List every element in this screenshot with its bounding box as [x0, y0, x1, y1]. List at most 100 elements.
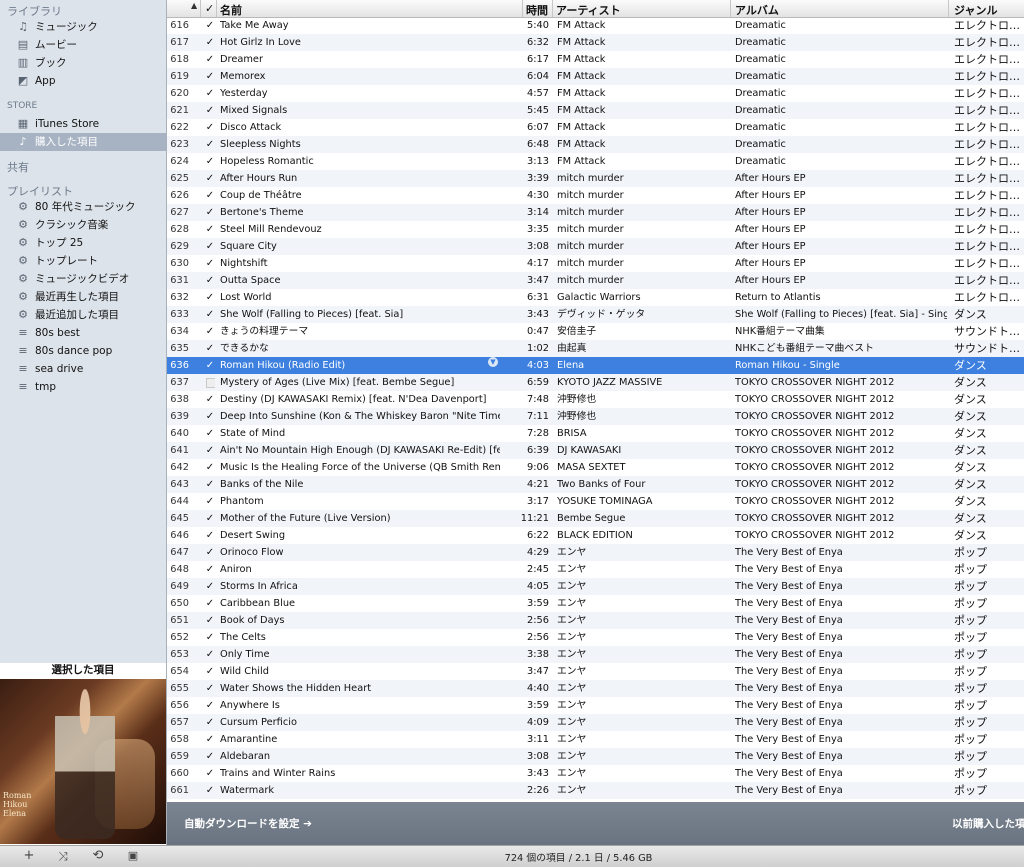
- row-action-arrow-icon[interactable]: ▼: [488, 357, 498, 367]
- track-checkbox[interactable]: ✓: [205, 204, 215, 221]
- sidebar-item[interactable]: ▥ ブック: [0, 54, 166, 72]
- track-checkbox[interactable]: ✓: [205, 17, 215, 34]
- table-row[interactable]: ✓ 645 Mother of the Future (Live Version) 1…: [167, 510, 1024, 527]
- table-row[interactable]: ✓ 660 Trains and Winter Rains 3:43 エンヤ The Ve…: [167, 765, 1024, 782]
- table-row[interactable]: ✓ 636 Roman Hikou (Radio Edit) 4:03 Elena Rom…: [167, 357, 1024, 374]
- table-row[interactable]: ✓ 616 Take Me Away 5:40 FM Attack Dreamatic エレ…: [167, 17, 1024, 34]
- table-row[interactable]: ✓ 617 Hot Girlz In Love 6:32 FM Attack Dreama…: [167, 34, 1024, 51]
- sidebar-item[interactable]: ≡ tmp: [0, 378, 166, 396]
- track-checkbox[interactable]: ✓: [205, 646, 215, 663]
- track-checkbox[interactable]: ✓: [205, 782, 215, 799]
- table-row[interactable]: ✓ 650 Caribbean Blue 3:59 エンヤ The Very Best o…: [167, 595, 1024, 612]
- track-checkbox[interactable]: ✓: [205, 442, 215, 459]
- track-checkbox[interactable]: ✓: [205, 459, 215, 476]
- track-checkbox[interactable]: ✓: [205, 374, 215, 391]
- track-checkbox[interactable]: ✓: [205, 629, 215, 646]
- column-header-artist[interactable]: アーティスト: [556, 2, 621, 18]
- track-checkbox[interactable]: ✓: [205, 748, 215, 765]
- table-row[interactable]: ✓ 657 Cursum Perficio 4:09 エンヤ The Very Best …: [167, 714, 1024, 731]
- sidebar-item[interactable]: ⚙ トップ 25: [0, 234, 166, 252]
- track-checkbox[interactable]: ✓: [205, 493, 215, 510]
- table-row[interactable]: ✓ 655 Water Shows the Hidden Heart 4:40 エンヤ T…: [167, 680, 1024, 697]
- track-checkbox[interactable]: ✓: [205, 595, 215, 612]
- sidebar-item[interactable]: ≡ 80s dance pop: [0, 342, 166, 360]
- table-row[interactable]: ✓ 643 Banks of the Nile 4:21 Two Banks of Fo…: [167, 476, 1024, 493]
- track-checkbox[interactable]: ✓: [205, 510, 215, 527]
- sidebar-item[interactable]: ♫ ミュージック: [0, 18, 166, 36]
- column-header-genre[interactable]: ジャンル: [954, 2, 997, 18]
- sidebar-item[interactable]: ⚙ 80 年代ミュージック: [0, 198, 166, 216]
- sidebar-item[interactable]: ◩ App: [0, 72, 166, 90]
- track-checkbox[interactable]: ✓: [205, 357, 215, 374]
- checkbox-column-header-icon[interactable]: ✓: [205, 2, 214, 15]
- table-row[interactable]: ✓ 618 Dreamer 6:17 FM Attack Dreamatic エレクトロ…: [167, 51, 1024, 68]
- table-row[interactable]: ✓ 658 Amarantine 3:11 エンヤ The Very Best of En…: [167, 731, 1024, 748]
- track-checkbox[interactable]: ✓: [205, 425, 215, 442]
- table-row[interactable]: ✓ 629 Square City 3:08 mitch murder After Hou…: [167, 238, 1024, 255]
- column-header-album[interactable]: アルバム: [735, 2, 779, 18]
- track-checkbox[interactable]: ✓: [205, 85, 215, 102]
- table-row[interactable]: ✓ 640 State of Mind 7:28 BRISA TOKYO CROSSOVE…: [167, 425, 1024, 442]
- table-row[interactable]: ✓ 644 Phantom 3:17 YOSUKE TOMINAGA TOKYO CROS…: [167, 493, 1024, 510]
- track-checkbox[interactable]: ✓: [205, 544, 215, 561]
- track-checkbox[interactable]: ✓: [205, 697, 215, 714]
- track-checkbox[interactable]: ✓: [205, 255, 215, 272]
- table-row[interactable]: ✓ 656 Anywhere Is 3:59 エンヤ The Very Best of E…: [167, 697, 1024, 714]
- sidebar-item[interactable]: ▦ iTunes Store: [0, 115, 166, 133]
- track-checkbox[interactable]: ✓: [205, 408, 215, 425]
- track-checkbox[interactable]: ✓: [205, 323, 215, 340]
- table-row[interactable]: ✓ 659 Aldebaran 3:08 エンヤ The Very Best of Eny…: [167, 748, 1024, 765]
- column-header-time[interactable]: 時間: [526, 2, 548, 18]
- table-row[interactable]: ✓ 622 Disco Attack 6:07 FM Attack Dreamatic エレ…: [167, 119, 1024, 136]
- track-checkbox[interactable]: ✓: [205, 238, 215, 255]
- track-list[interactable]: ▲ ✓ 名前 時間 アーティスト アルバム ジャンル ✓ 616 Take Me A…: [167, 0, 1024, 802]
- table-row[interactable]: ✓ 649 Storms In Africa 4:05 エンヤ The Very Best…: [167, 578, 1024, 595]
- track-checkbox[interactable]: ✓: [205, 51, 215, 68]
- table-row[interactable]: ✓ 632 Lost World 6:31 Galactic Warriors Retur…: [167, 289, 1024, 306]
- auto-download-link[interactable]: 自動ダウンロードを設定 ➔: [184, 816, 312, 831]
- track-checkbox[interactable]: ✓: [205, 680, 215, 697]
- table-row[interactable]: ✓ 634 きょうの料理テーマ 0:47 安倍圭子 NHK番組テーマ曲集 サウンドト…: [167, 323, 1024, 340]
- track-checkbox[interactable]: ✓: [205, 476, 215, 493]
- track-checkbox[interactable]: ✓: [205, 136, 215, 153]
- table-row[interactable]: ✓ 631 Outta Space 3:47 mitch murder After Hou…: [167, 272, 1024, 289]
- sidebar-item[interactable]: ▤ ムービー: [0, 36, 166, 54]
- previously-purchased-link[interactable]: 以前購入した項: [952, 816, 1024, 831]
- track-checkbox[interactable]: ✓: [205, 102, 215, 119]
- table-row[interactable]: ✓ 623 Sleepless Nights 6:48 FM Attack Dreamat…: [167, 136, 1024, 153]
- track-checkbox[interactable]: ✓: [205, 391, 215, 408]
- album-artwork[interactable]: Roman Hikou Elena: [0, 679, 166, 844]
- table-row[interactable]: ✓ 652 The Celts 2:56 エンヤ The Very Best of Eny…: [167, 629, 1024, 646]
- table-row[interactable]: ✓ 627 Bertone's Theme 3:14 mitch murder After…: [167, 204, 1024, 221]
- table-row[interactable]: ✓ 641 Ain't No Mountain High Enough (DJ KA…: [167, 442, 1024, 459]
- track-checkbox[interactable]: ✓: [205, 527, 215, 544]
- track-checkbox[interactable]: ✓: [205, 612, 215, 629]
- track-checkbox[interactable]: ✓: [205, 119, 215, 136]
- track-checkbox[interactable]: ✓: [205, 340, 215, 357]
- table-row[interactable]: ✓ 642 Music Is the Healing Force of the Un…: [167, 459, 1024, 476]
- sidebar-item[interactable]: ⚙ ミュージックビデオ: [0, 270, 166, 288]
- table-row[interactable]: ✓ 624 Hopeless Romantic 3:13 FM Attack Dreama…: [167, 153, 1024, 170]
- track-checkbox[interactable]: ✓: [205, 306, 215, 323]
- sidebar-item[interactable]: ⚙ クラシック音楽: [0, 216, 166, 234]
- table-row[interactable]: ✓ 633 She Wolf (Falling to Pieces) [feat. …: [167, 306, 1024, 323]
- track-checkbox[interactable]: ✓: [205, 221, 215, 238]
- track-checkbox[interactable]: ✓: [205, 561, 215, 578]
- track-checkbox[interactable]: ✓: [205, 663, 215, 680]
- sidebar-item[interactable]: ♪ 購入した項目: [0, 133, 166, 151]
- table-row[interactable]: ✓ 654 Wild Child 3:47 エンヤ The Very Best of En…: [167, 663, 1024, 680]
- track-checkbox[interactable]: ✓: [205, 68, 215, 85]
- table-row[interactable]: ✓ 637 Mystery of Ages (Live Mix) [feat. Be…: [167, 374, 1024, 391]
- track-checkbox[interactable]: ✓: [205, 170, 215, 187]
- sidebar-item[interactable]: ⚙ 最近追加した項目: [0, 306, 166, 324]
- sidebar-item[interactable]: ≡ 80s best: [0, 324, 166, 342]
- track-checkbox[interactable]: ✓: [205, 34, 215, 51]
- table-row[interactable]: ✓ 639 Deep Into Sunshine (Kon & The Whiske…: [167, 408, 1024, 425]
- track-checkbox[interactable]: ✓: [205, 731, 215, 748]
- table-row[interactable]: ✓ 647 Orinoco Flow 4:29 エンヤ The Very Best of …: [167, 544, 1024, 561]
- sidebar-item[interactable]: ⚙ トップレート: [0, 252, 166, 270]
- track-checkbox[interactable]: ✓: [205, 153, 215, 170]
- column-header-name[interactable]: 名前: [220, 2, 242, 18]
- table-row[interactable]: ✓ 625 After Hours Run 3:39 mitch murder After…: [167, 170, 1024, 187]
- table-row[interactable]: ✓ 621 Mixed Signals 5:45 FM Attack Dreamatic エ…: [167, 102, 1024, 119]
